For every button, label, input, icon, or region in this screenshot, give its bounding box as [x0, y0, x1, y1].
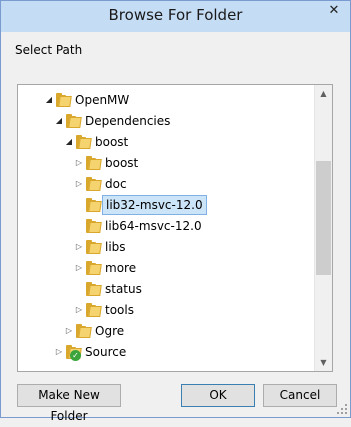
tree-item-label: OpenMW	[75, 93, 130, 107]
synced-folder-icon: ✓	[66, 345, 82, 361]
tree-item[interactable]: ◢ OpenMW	[18, 90, 316, 110]
title-bar: Browse For Folder ✕	[1, 1, 350, 32]
expand-arrow-icon[interactable]: ▷	[54, 342, 64, 362]
folder-icon	[56, 93, 72, 107]
tree-item-label: libs	[105, 240, 126, 254]
collapse-arrow-icon[interactable]: ◢	[54, 111, 64, 131]
make-new-folder-button[interactable]: Make New Folder	[17, 384, 121, 423]
tree-item[interactable]: ▷ doc	[18, 174, 316, 194]
folder-tree[interactable]: ◢ OpenMW ◢ Dependencies ◢ boost ▷ boost ▷ doc lib3…	[17, 84, 333, 372]
tree-item-label: lib32-msvc-12.0	[102, 195, 207, 215]
folder-icon	[86, 177, 102, 191]
collapse-arrow-icon[interactable]: ◢	[64, 132, 74, 152]
tree-item[interactable]: status	[18, 279, 316, 299]
folder-icon	[76, 135, 92, 149]
scroll-down-icon[interactable]: ▼	[315, 354, 332, 371]
browse-for-folder-dialog: Browse For Folder ✕ Select Path ◢ OpenMW ◢…	[0, 0, 351, 423]
tree-item-label: doc	[105, 177, 127, 191]
folder-icon	[86, 198, 102, 212]
folder-icon	[86, 303, 102, 317]
close-icon[interactable]: ✕	[324, 1, 344, 21]
tree-item-label: Dependencies	[85, 114, 171, 128]
collapse-arrow-icon[interactable]: ◢	[44, 90, 54, 110]
tree-item[interactable]: ▷ tools	[18, 300, 316, 320]
folder-icon	[86, 156, 102, 170]
folder-icon	[76, 324, 92, 338]
folder-icon	[86, 282, 102, 296]
expand-arrow-icon[interactable]: ▷	[74, 174, 84, 194]
tree-item[interactable]: ▷ boost	[18, 153, 316, 173]
tree-item[interactable]: lib64-msvc-12.0	[18, 216, 316, 236]
tree-item[interactable]: ▷ libs	[18, 237, 316, 257]
cancel-button[interactable]: Cancel	[263, 384, 337, 407]
expand-arrow-icon[interactable]: ▷	[64, 321, 74, 341]
expand-arrow-icon[interactable]: ▷	[74, 237, 84, 257]
tree-item[interactable]: ▷ ✓ Source	[18, 342, 316, 362]
tree-item-label: more	[105, 261, 137, 275]
folder-icon	[86, 219, 102, 233]
tree-item[interactable]: ▷ more	[18, 258, 316, 278]
instruction-text: Select Path	[15, 43, 83, 57]
tree-item-label: boost	[105, 156, 139, 170]
tree-item-label: Ogre	[95, 324, 125, 338]
tree-item[interactable]: ▷ Ogre	[18, 321, 316, 341]
tree-item[interactable]: ◢ Dependencies	[18, 111, 316, 131]
tree-item-label: lib64-msvc-12.0	[105, 219, 202, 233]
tree-item[interactable]: ◢ boost	[18, 132, 316, 152]
scroll-up-icon[interactable]: ▲	[315, 85, 332, 102]
tree-item-label: tools	[105, 303, 134, 317]
folder-icon	[66, 114, 82, 128]
dialog-title: Browse For Folder	[108, 6, 243, 24]
tree-item-label: Source	[85, 345, 127, 359]
expand-arrow-icon[interactable]: ▷	[74, 153, 84, 173]
folder-icon	[86, 240, 102, 254]
resize-grip-icon[interactable]	[337, 404, 347, 414]
scroll-thumb[interactable]	[316, 161, 331, 275]
expand-arrow-icon[interactable]: ▷	[74, 300, 84, 320]
tree-item[interactable]: lib32-msvc-12.0	[18, 195, 316, 215]
ok-button[interactable]: OK	[181, 384, 255, 407]
vertical-scrollbar[interactable]: ▲ ▼	[314, 85, 332, 371]
tree-item-label: boost	[95, 135, 129, 149]
tree-item-label: status	[105, 282, 142, 296]
expand-arrow-icon[interactable]: ▷	[74, 258, 84, 278]
folder-icon	[86, 261, 102, 275]
